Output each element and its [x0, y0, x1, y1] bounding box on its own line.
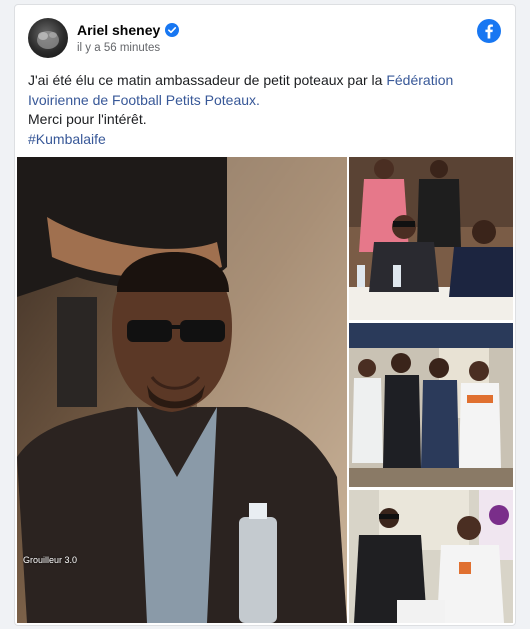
post-header: Ariel sheney il y a 56 minutes [15, 5, 515, 67]
author-avatar[interactable] [28, 18, 68, 58]
photo-watermark: Grouilleur 3.0 [23, 555, 78, 565]
author-name[interactable]: Ariel sheney [77, 22, 160, 38]
side-photo-2[interactable] [349, 323, 513, 487]
post-text-thanks: Merci pour l'intérêt. [28, 111, 147, 127]
facebook-logo-icon[interactable] [477, 19, 501, 43]
post-text: J'ai été élu ce matin ambassadeur de pet… [28, 71, 504, 149]
post-card: Ariel sheney il y a 56 minutes J'ai été … [14, 4, 516, 626]
post-text-line: J'ai été élu ce matin ambassadeur de pet… [28, 71, 504, 110]
post-timestamp[interactable]: il y a 56 minutes [77, 42, 160, 54]
side-photo-1[interactable] [349, 157, 513, 320]
author-row: Ariel sheney [77, 22, 180, 38]
post-text-intro: J'ai été élu ce matin ambassadeur de pet… [28, 72, 387, 88]
side-photo-3[interactable] [349, 490, 513, 623]
main-photo[interactable]: Grouilleur 3.0 [17, 157, 347, 623]
verified-badge-icon [165, 23, 180, 37]
hashtag-link[interactable]: #Kumbalaife [28, 131, 106, 147]
